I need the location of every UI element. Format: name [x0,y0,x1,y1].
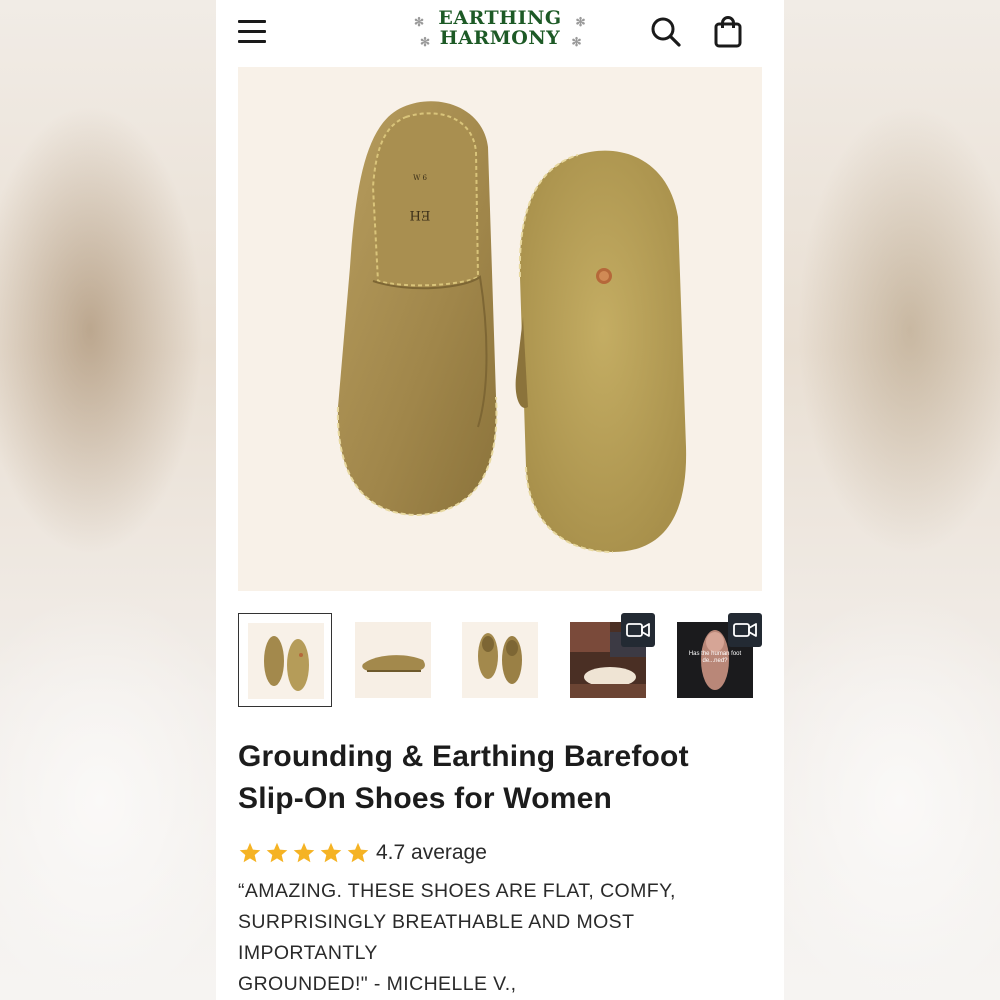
site-header: ✻ ✻ ✻ ✻ EARTHING HARMONY [216,0,784,66]
quote-line-1: “AMAZING. THESE SHOES ARE FLAT, COMFY, [238,880,676,902]
snowflake-icon: ✻ [414,15,425,29]
star-icon [320,842,342,863]
star-icon [347,842,369,863]
star-icon [266,842,288,863]
rating-stars [238,841,370,865]
snowflake-icon: ✻ [571,35,582,49]
star-icon [239,842,261,863]
hamburger-menu-icon[interactable] [236,18,268,46]
video-camera-icon [728,613,762,647]
thumbnail-3[interactable] [453,613,547,707]
shoe-sole-view [515,150,687,553]
shoe-size-label: W 6 [413,174,427,182]
product-main-image[interactable]: W 6 EH [238,67,762,591]
brand-line-1: EARTHING [438,7,562,29]
thumbnail-video-2[interactable]: Has the human foot de...ned? [668,613,762,707]
brand-line-2: HARMONY [439,27,561,49]
shoe-brand-mark: EH [410,207,431,222]
product-thumbnails: Has the human foot de...ned? [238,613,762,707]
thumbnail-video-1[interactable] [561,613,655,707]
star-icon [293,842,315,863]
customer-quote: “AMAZING. THESE SHOES ARE FLAT, COMFY, S… [238,876,778,1000]
product-rating[interactable]: 4.7 average [238,838,487,868]
shopping-bag-icon[interactable] [710,14,746,50]
thumbnail-2[interactable] [346,613,440,707]
shoe-top-view: W 6 EH [336,101,498,517]
video-caption: Has the human foot de...ned? [688,651,742,664]
thumbnail-1[interactable] [238,613,332,707]
product-title: Grounding & Earthing Barefoot Slip-On Sh… [238,736,768,820]
mobile-product-page: ✻ ✻ ✻ ✻ EARTHING HARMONY W 6 EH Has the … [216,0,784,1000]
video-camera-icon [621,613,655,647]
brand-logo[interactable]: ✻ ✻ ✻ ✻ EARTHING HARMONY [412,8,588,58]
rating-average-text: 4.7 average [376,841,487,864]
product-title-line-1: Grounding & Earthing Barefoot [238,740,689,773]
snowflake-icon: ✻ [420,35,431,49]
snowflake-icon: ✻ [575,15,586,29]
quote-line-2: SURPRISINGLY BREATHABLE AND MOST IMPORTA… [238,911,635,964]
quote-line-3: GROUNDED!" - MICHELLE V., [238,973,517,995]
search-icon[interactable] [648,14,684,50]
product-title-line-2: Slip-On Shoes for Women [238,782,613,815]
